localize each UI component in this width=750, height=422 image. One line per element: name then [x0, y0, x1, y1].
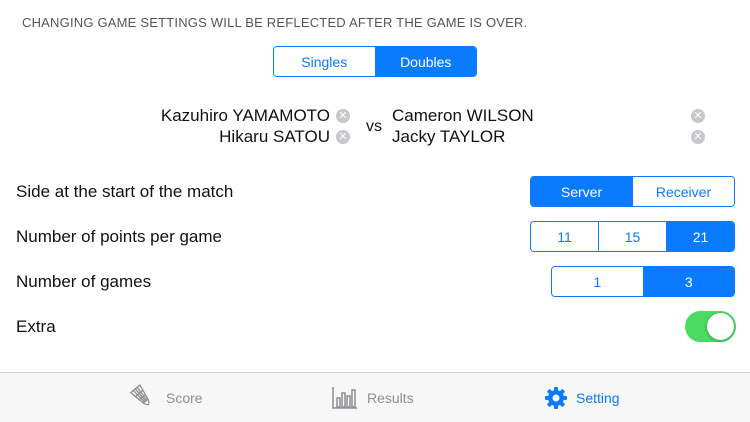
- gear-icon: [545, 386, 567, 409]
- games-setting-label: Number of games: [16, 272, 152, 291]
- side-control: Server Receiver: [530, 176, 735, 207]
- settings-notice: CHANGING GAME SETTINGS WILL BE REFLECTED…: [22, 15, 528, 30]
- points-control: 11 15 21: [530, 221, 735, 252]
- extra-setting-label: Extra: [16, 317, 56, 336]
- points-15-option[interactable]: 15: [598, 222, 666, 251]
- clear-player-a1-icon[interactable]: ✕: [336, 109, 350, 123]
- player-b2-name[interactable]: Jacky TAYLOR: [392, 127, 505, 147]
- player-b1-name[interactable]: Cameron WILSON: [392, 106, 534, 126]
- doubles-option[interactable]: Doubles: [374, 47, 476, 76]
- server-option[interactable]: Server: [531, 177, 632, 206]
- tab-results-label: Results: [367, 389, 414, 406]
- singles-option[interactable]: Singles: [274, 47, 375, 76]
- points-11-option[interactable]: 11: [531, 222, 598, 251]
- receiver-option[interactable]: Receiver: [632, 177, 734, 206]
- tab-score[interactable]: Score: [128, 373, 203, 422]
- tab-setting-label: Setting: [576, 389, 620, 406]
- clear-player-a2-icon[interactable]: ✕: [336, 130, 350, 144]
- points-21-option[interactable]: 21: [666, 222, 734, 251]
- match-type-control: Singles Doubles: [273, 46, 477, 77]
- extra-toggle[interactable]: [685, 311, 736, 342]
- games-1-option[interactable]: 1: [552, 267, 643, 296]
- points-setting-label: Number of points per game: [16, 227, 222, 246]
- tab-score-label: Score: [166, 389, 203, 406]
- shuttlecock-icon: [129, 383, 150, 405]
- side-setting-label: Side at the start of the match: [16, 182, 234, 201]
- games-3-option[interactable]: 3: [642, 267, 734, 296]
- toggle-knob: [707, 313, 734, 340]
- versus-label: vs: [366, 118, 382, 135]
- tab-setting[interactable]: Setting: [544, 373, 620, 422]
- player-a1-name[interactable]: Kazuhiro YAMAMOTO: [161, 106, 330, 126]
- clear-player-b1-icon[interactable]: ✕: [691, 109, 705, 123]
- tab-results[interactable]: Results: [331, 373, 414, 422]
- bar-chart-icon: [332, 386, 357, 409]
- games-control: 1 3: [551, 266, 735, 297]
- tab-bar: Score Results Setting: [0, 372, 750, 422]
- clear-player-b2-icon[interactable]: ✕: [691, 130, 705, 144]
- player-a2-name[interactable]: Hikaru SATOU: [219, 127, 330, 147]
